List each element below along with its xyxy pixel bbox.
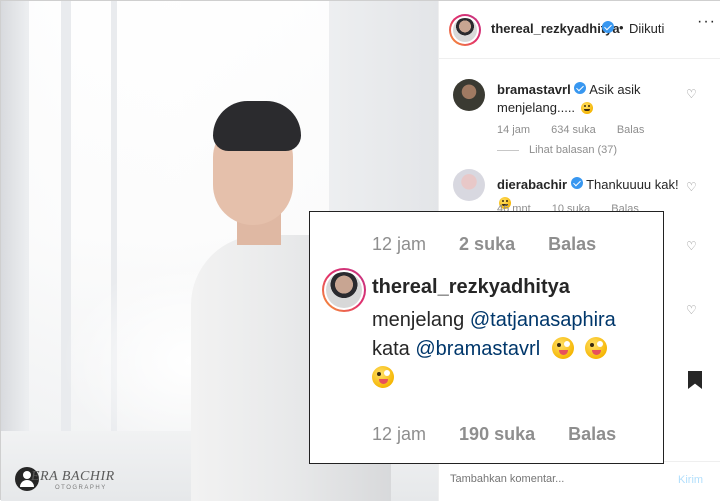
comment-username[interactable]: thereal_rezkyadhitya [372, 276, 570, 299]
comment-username[interactable]: bramastavrl [497, 82, 571, 97]
smirk-emoji-icon [580, 102, 593, 114]
zoomed-comment: 12 jam 2 suka Balas thereal_rezkyadhitya… [309, 211, 664, 464]
like-heart-icon[interactable]: ♡ [686, 87, 697, 101]
zany-face-emoji-icon [585, 337, 608, 359]
post-header: thereal_rezkyadhitya • Diikuti ··· [439, 1, 720, 59]
comment-likes[interactable]: 190 suka [459, 424, 535, 444]
photo-watermark-sub: OTOGRAPHY [55, 485, 107, 491]
avatar[interactable] [453, 79, 485, 111]
reply-button[interactable]: Balas [568, 424, 616, 444]
mention-link[interactable]: @tatjanasaphira [470, 309, 616, 331]
comment-text: kata [372, 338, 410, 360]
zany-face-emoji-icon [551, 337, 574, 359]
zoom-meta-bottom: 12 jam 190 suka Balas [372, 424, 644, 445]
follow-status-button[interactable]: Diikuti [629, 21, 664, 36]
comment-time[interactable]: 12 jam [372, 234, 426, 254]
comment-time[interactable]: 14 jam [497, 124, 530, 136]
header-separator: • [619, 20, 624, 35]
comment-likes[interactable]: 2 suka [459, 234, 515, 254]
avatar[interactable] [322, 268, 366, 312]
comment-body: Thankuuuu kak! [586, 177, 679, 192]
like-heart-icon[interactable]: ♡ [686, 303, 697, 317]
comment-username[interactable]: dierabachir [497, 177, 567, 192]
header-username[interactable]: thereal_rezkyadhitya [491, 21, 620, 36]
mention-link[interactable]: @bramastavrl [415, 338, 540, 360]
comment-likes[interactable]: 634 suka [551, 124, 596, 136]
reply-button[interactable]: Balas [548, 234, 596, 254]
comment-body: menjelang @tatjanasaphira kata @bramasta… [372, 306, 662, 393]
comment-text: bramastavrl Asik asik menjelang..... [497, 81, 687, 117]
like-heart-icon[interactable]: ♡ [686, 239, 697, 253]
comment-input[interactable] [450, 473, 650, 485]
reply-button[interactable]: Balas [617, 124, 645, 136]
zoom-meta-top: 12 jam 2 suka Balas [372, 234, 624, 255]
person-hair [213, 101, 301, 151]
comment-text: menjelang [372, 309, 465, 331]
post-viewer: ERA BACHIR OTOGRAPHY thereal_rezkyadhity… [0, 0, 720, 501]
zany-face-emoji-icon [372, 366, 394, 388]
send-button[interactable]: Kirim [678, 474, 703, 486]
avatar[interactable] [453, 169, 485, 201]
like-heart-icon[interactable]: ♡ [686, 180, 697, 194]
view-replies-button[interactable]: Lihat balasan (37) [497, 144, 617, 156]
comment-meta: 14 jam 634 suka Balas [497, 124, 662, 136]
verified-badge-icon [602, 21, 614, 33]
verified-badge-icon [574, 82, 587, 94]
avatar[interactable] [449, 14, 481, 46]
verified-badge-icon [570, 177, 583, 189]
comment-composer: Kirim [438, 461, 720, 501]
comment-time[interactable]: 12 jam [372, 424, 426, 444]
more-options-icon[interactable]: ··· [697, 13, 716, 31]
photo-watermark: ERA BACHIR [31, 469, 115, 484]
